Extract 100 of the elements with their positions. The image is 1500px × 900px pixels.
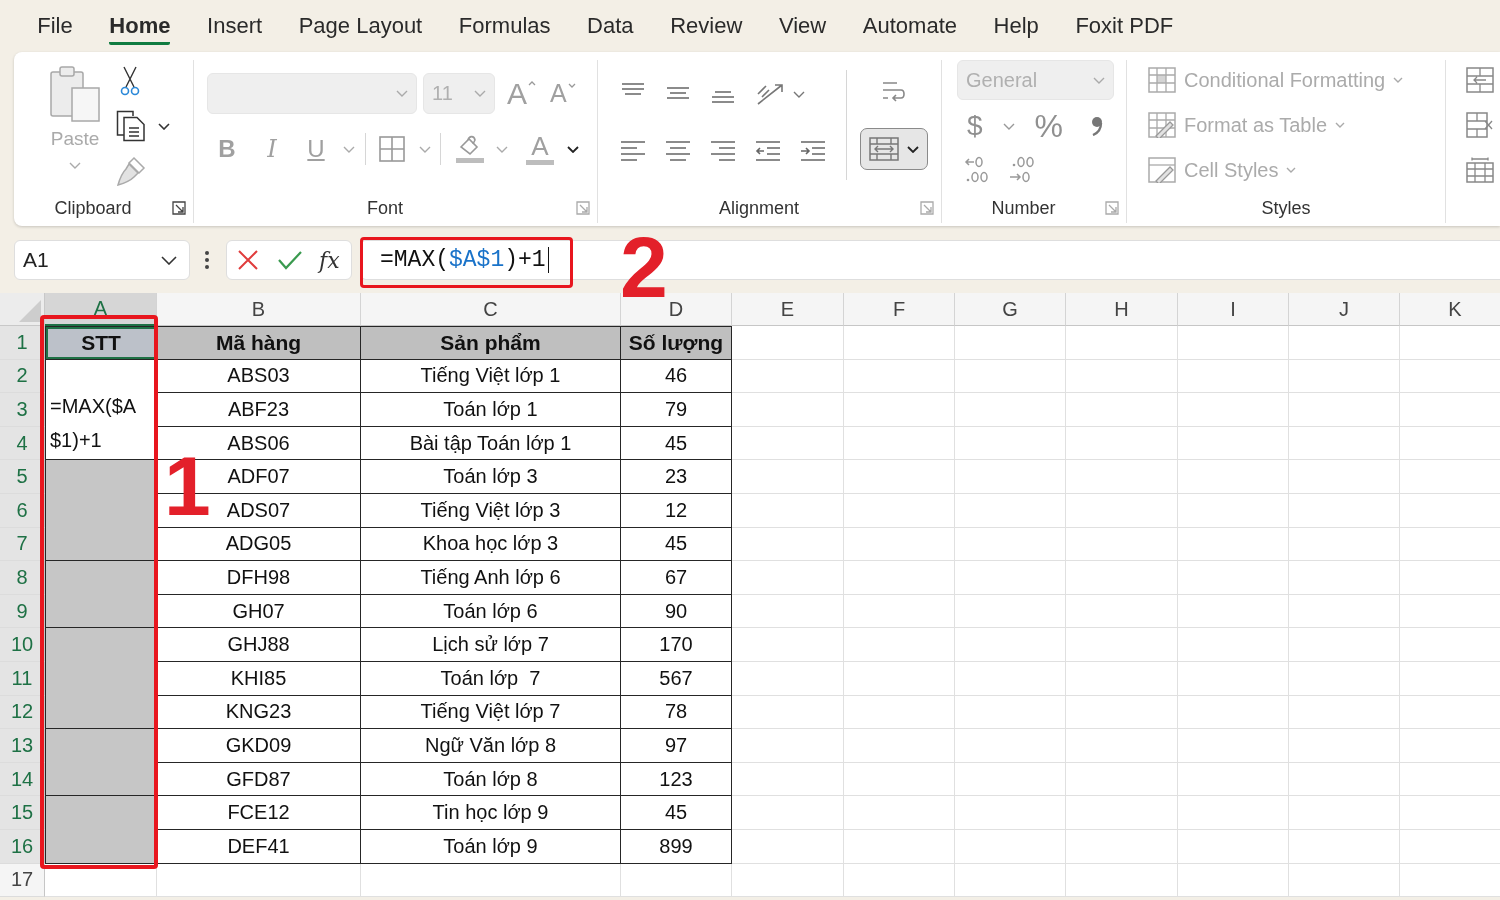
row-header[interactable]: 8 [0,561,45,595]
menu-tab[interactable]: Foxit PDF [1075,7,1174,45]
borders-icon[interactable] [379,136,405,162]
table-cell: DFH98 [157,561,361,595]
dialog-launcher-icon[interactable] [172,201,186,215]
table-cell: GFD87 [157,762,361,797]
column-header[interactable]: H [1066,293,1178,326]
copy-icon[interactable] [116,110,146,142]
chevron-icon [161,255,177,265]
insert-function-button[interactable]: fx [319,247,340,273]
menu-tab[interactable]: Data [587,7,634,45]
column-header[interactable]: F [844,293,955,326]
scissors-icon[interactable] [120,66,140,96]
menu-tab[interactable]: Review [670,7,743,45]
row-header[interactable]: 10 [0,628,45,662]
table-cell: 23 [621,460,732,494]
italic-button[interactable]: I [262,137,282,161]
table-cell: 899 [621,829,732,864]
table-cell: 567 [621,661,732,696]
table-cell: Tin học lớp 9 [361,796,621,830]
column-header[interactable]: B [157,293,361,326]
column-header[interactable]: K [1400,293,1500,326]
table-cell: Toán lớp 7 [361,661,621,696]
currency-button[interactable]: $ [967,112,983,140]
table-cell: 78 [621,695,732,730]
group-label: Clipboard [54,197,132,218]
table-cell: 97 [621,729,732,763]
table-brush-icon [1148,112,1176,138]
increase-indent-icon[interactable] [800,140,826,162]
menu-tab[interactable]: View [778,7,827,45]
menu-tab[interactable]: Help [993,7,1039,45]
group-label: Font [367,197,403,218]
menu-tab[interactable]: File [37,7,73,45]
insert-cells-icon[interactable] [1466,67,1494,93]
comma-style-icon[interactable] [1091,116,1104,136]
check-icon[interactable] [277,250,303,270]
shrink-font-button[interactable]: A [550,81,576,106]
column-header[interactable]: C [361,293,621,326]
chevron-icon [1093,76,1105,84]
group-label: Styles [1261,197,1311,218]
align-left-icon[interactable] [620,140,646,162]
column-header[interactable]: E [732,293,844,326]
table-cell: Toán lớp 9 [361,829,621,864]
header-cell: Mã hàng [157,326,361,360]
menu-tab[interactable]: Page Layout [298,7,423,45]
bold-button[interactable]: B [217,137,237,161]
menu-tab[interactable]: Insert [207,7,263,45]
table-cell: KHI85 [157,661,361,696]
underline-button[interactable]: U [305,137,327,161]
format-cells-icon[interactable] [1466,157,1494,183]
grow-font-button[interactable]: A [507,78,536,109]
decrease-indent-icon[interactable] [755,140,781,162]
column-header[interactable]: J [1289,293,1400,326]
chevron-icon[interactable] [158,122,170,130]
row-header[interactable]: 1 [0,326,45,360]
delete-cells-icon[interactable] [1466,112,1494,138]
chevron-icon [907,145,919,153]
align-center-icon[interactable] [665,140,691,162]
row-header[interactable]: 17 [0,863,45,898]
menu-tab[interactable]: Home [109,7,171,45]
table-cell: GKD09 [157,729,361,763]
row-header[interactable]: 5 [0,460,45,494]
select-all-button[interactable] [0,293,45,326]
table-cell: ABF23 [157,393,361,427]
group-label: Alignment [718,197,799,218]
table-cell: GHJ88 [157,628,361,662]
menu-tab[interactable]: Automate [862,7,957,45]
column-header[interactable]: G [955,293,1066,326]
name-box[interactable]: A1 [14,240,190,280]
column-header[interactable]: I [1178,293,1289,326]
table-cell: Ngữ Văn lớp 8 [361,729,621,763]
row-header[interactable]: 3 [0,393,45,427]
chevron-icon[interactable] [567,145,579,153]
caret-up-icon [528,80,536,86]
percent-button[interactable]: % [1034,110,1064,142]
fill-bucket-icon[interactable] [455,134,485,164]
table-cell: 67 [621,561,732,595]
row-header[interactable]: 13 [0,729,45,763]
table-cell: 12 [621,493,732,528]
chevron-icon [69,162,81,169]
vertical-dots-icon[interactable] [204,250,210,270]
font-color-button[interactable]: A [526,133,554,165]
table-cell: 170 [621,628,732,662]
align-right-icon[interactable] [710,140,736,162]
merge-center-button[interactable] [860,128,928,170]
table-cell: Tiếng Việt lớp 3 [361,493,621,528]
table-cell: Bài tập Toán lớp 1 [361,426,621,461]
table-cell: 46 [621,359,732,394]
menu-tab[interactable]: Formulas [458,7,551,45]
header-cell: Số lượng [621,326,732,360]
merge-cells-icon [869,137,899,161]
brush-icon[interactable] [116,156,146,186]
wrap-text-icon[interactable] [881,80,907,104]
cancel-icon[interactable] [237,249,259,271]
group-label: Number [991,197,1056,218]
row-header[interactable]: 15 [0,796,45,830]
table-cell: Toán lớp 8 [361,762,621,797]
slanted-arrow-icon[interactable] [755,82,785,106]
table-cell: DEF41 [157,829,361,864]
triangle-icon [19,300,41,322]
